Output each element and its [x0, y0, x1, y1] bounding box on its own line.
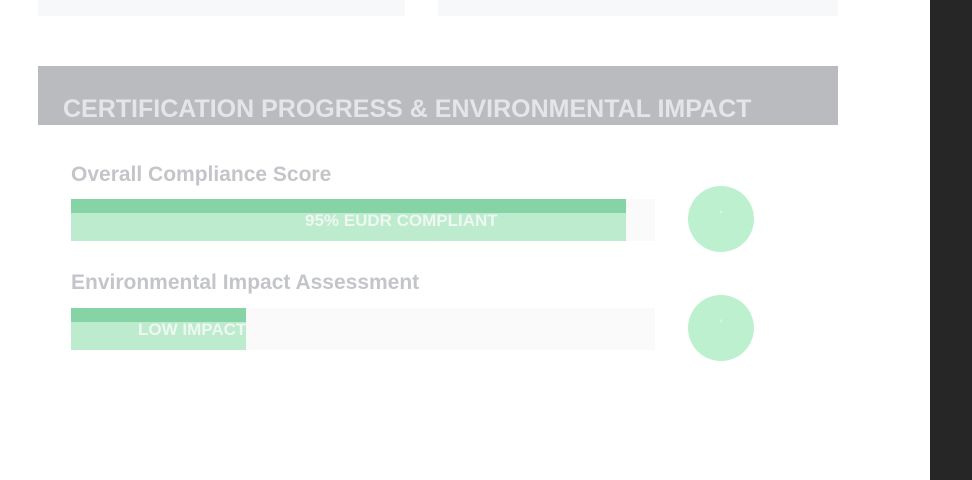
section-title: CERTIFICATION PROGRESS & ENVIRONMENTAL I…	[63, 95, 752, 123]
progress-text-environmental: LOW IMPACT	[138, 320, 247, 339]
top-card-left	[38, 0, 405, 16]
progress-bar-environmental: LOW IMPACT	[71, 308, 655, 350]
metric-label-environmental: Environmental Impact Assessment	[71, 271, 420, 294]
side-panel	[930, 0, 972, 480]
compliance-score-indicator: '	[688, 186, 754, 252]
environmental-score-indicator: '	[688, 295, 754, 361]
progress-bar-compliance: 95% EUDR COMPLIANT	[71, 199, 655, 241]
section-header: CERTIFICATION PROGRESS & ENVIRONMENTAL I…	[38, 66, 838, 125]
progress-text-compliance: 95% EUDR COMPLIANT	[305, 211, 498, 230]
metric-label-compliance: Overall Compliance Score	[71, 163, 332, 186]
top-card-right	[438, 0, 838, 16]
